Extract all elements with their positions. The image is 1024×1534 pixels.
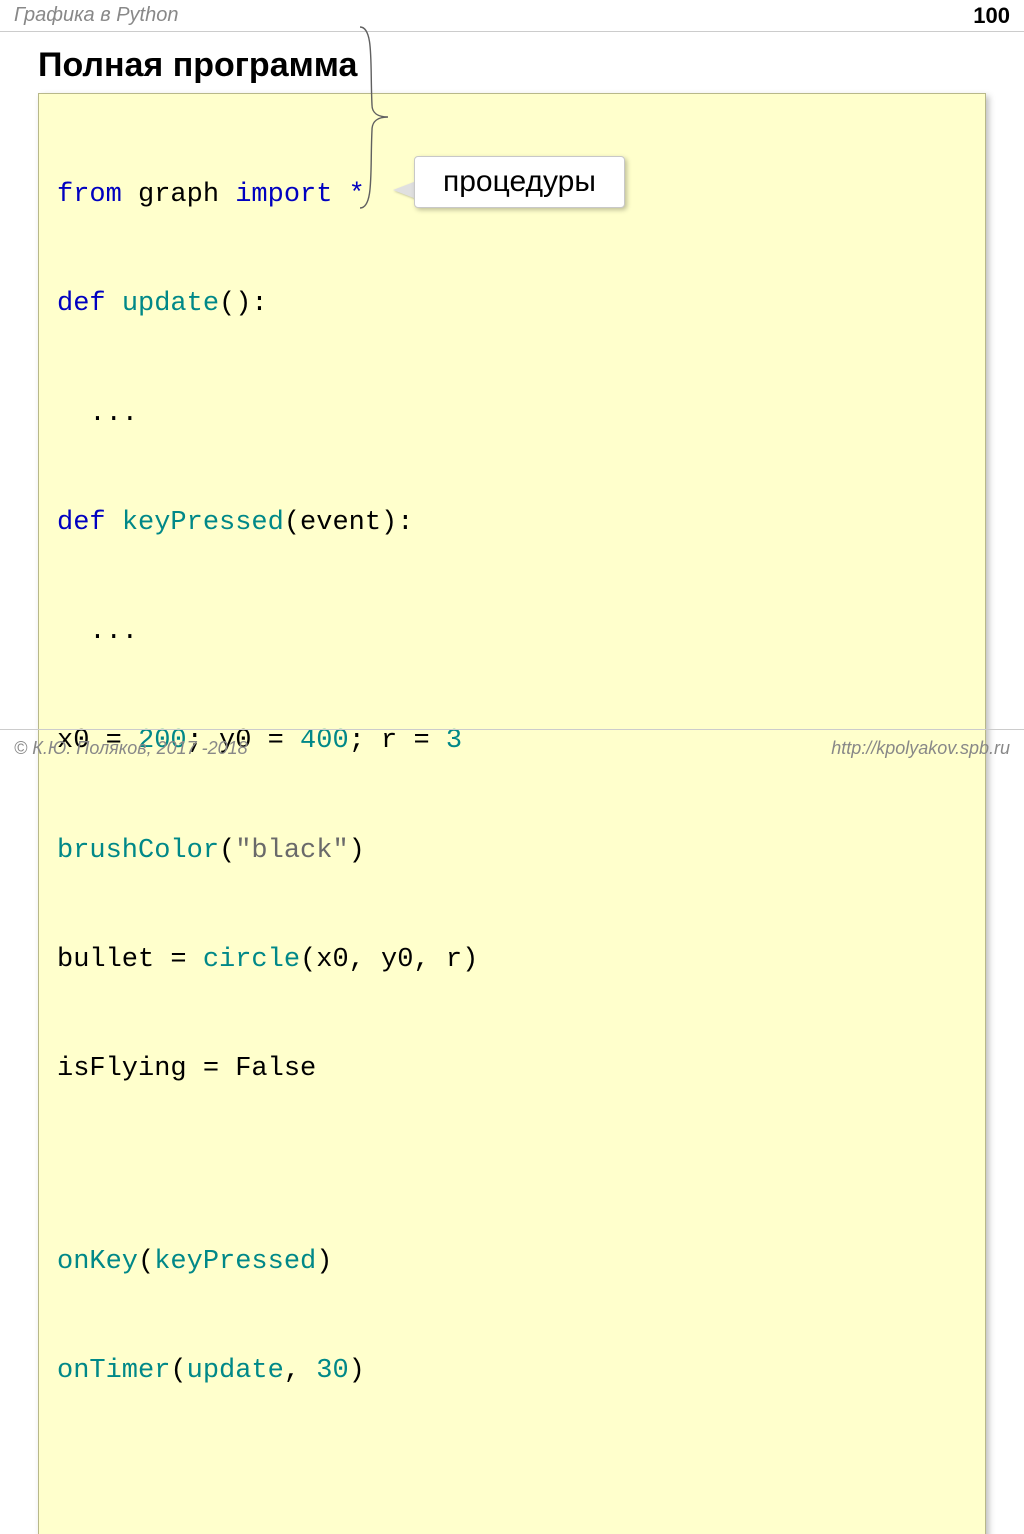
code-line: onKey(keyPressed) bbox=[57, 1244, 967, 1280]
curly-brace-icon bbox=[358, 25, 392, 210]
code-line: ... bbox=[57, 396, 967, 432]
slide-footer: © К.Ю. Поляков, 2017 -2018 http://kpolya… bbox=[0, 729, 1024, 767]
slide-title: Полная программа bbox=[38, 46, 1024, 85]
code-line: def update(): bbox=[57, 286, 967, 322]
code-line: isFlying = False bbox=[57, 1051, 967, 1087]
code-line: ... bbox=[57, 614, 967, 650]
code-line: brushColor("black") bbox=[57, 833, 967, 869]
footer-copyright: © К.Ю. Поляков, 2017 -2018 bbox=[14, 738, 248, 759]
slide-header: Графика в Python 100 bbox=[0, 0, 1024, 32]
page-number: 100 bbox=[973, 3, 1010, 29]
code-line: def keyPressed(event): bbox=[57, 505, 967, 541]
code-line: onTimer(update, 30) bbox=[57, 1353, 967, 1389]
footer-url: http://kpolyakov.spb.ru bbox=[831, 738, 1010, 759]
header-title: Графика в Python bbox=[14, 4, 178, 27]
callout-label: процедуры bbox=[414, 156, 625, 208]
code-line: bullet = circle(x0, y0, r) bbox=[57, 942, 967, 978]
code-block: from graph import * def update(): ... de… bbox=[38, 93, 986, 1534]
